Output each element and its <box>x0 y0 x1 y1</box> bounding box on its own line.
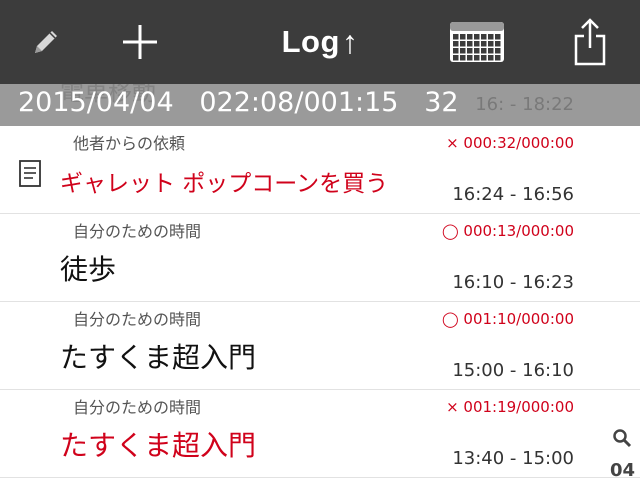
entry-title: たすくま超入門 <box>60 341 257 374</box>
list-item[interactable]: 自分のための時間 × 001:19/000:00 たすくま超入門 13:40 -… <box>0 390 640 478</box>
sort-arrow-icon: ↑ <box>341 23 359 60</box>
calendar-button[interactable] <box>446 0 508 84</box>
log-list: 他者からの依頼 × 000:32/000:00 ギャレット ポップコーンを買う … <box>0 126 640 478</box>
log-sort-toggle[interactable]: Log ↑ <box>240 0 400 84</box>
note-icon <box>19 160 41 187</box>
entry-title: たすくま超入門 <box>60 429 257 462</box>
entry-category: 他者からの依頼 <box>73 134 186 153</box>
list-item[interactable]: 自分のための時間 ◯ 001:10/000:00 たすくま超入門 15:00 -… <box>0 302 640 390</box>
entry-time: 15:00 - 16:10 <box>452 360 574 381</box>
entry-count: 32 <box>424 87 459 118</box>
list-item[interactable]: 自分のための時間 ◯ 000:13/000:00 徒歩 16:10 - 16:2… <box>0 214 640 302</box>
entry-time: 13:40 - 15:00 <box>452 448 574 469</box>
entry-status: × 000:32/000:00 <box>446 134 574 152</box>
entry-status: × 001:19/000:00 <box>446 398 574 416</box>
entry-status: ◯ 001:10/000:00 <box>441 310 574 328</box>
pencil-icon <box>35 31 57 53</box>
search-icon <box>613 429 632 448</box>
date-summary-bar: 電車移動 16: - 18:22 2015/04/04 022:08/001:1… <box>0 84 640 126</box>
scrolled-entry-time: 16: - 18:22 <box>475 94 574 115</box>
entry-status: ◯ 000:13/000:00 <box>441 222 574 240</box>
page-title: Log <box>281 24 340 59</box>
date-summary: 2015/04/04 022:08/001:15 32 <box>18 87 459 118</box>
entry-title: ギャレット ポップコーンを買う <box>60 171 389 197</box>
side-index-page[interactable]: 04 <box>610 460 635 481</box>
entry-category: 自分のための時間 <box>73 222 202 241</box>
log-date: 2015/04/04 <box>18 87 174 118</box>
top-toolbar: Log ↑ <box>0 0 640 84</box>
share-icon <box>574 18 606 66</box>
entry-time: 16:24 - 16:56 <box>452 184 574 205</box>
side-index-search[interactable] <box>612 428 632 452</box>
entry-title: 徒歩 <box>60 253 117 286</box>
edit-button[interactable] <box>18 0 74 84</box>
entry-category: 自分のための時間 <box>73 310 202 329</box>
calendar-icon <box>450 22 504 62</box>
share-button[interactable] <box>562 0 618 84</box>
total-time: 022:08/001:15 <box>199 87 399 118</box>
add-button[interactable] <box>112 0 168 84</box>
entry-category: 自分のための時間 <box>73 398 202 417</box>
entry-time: 16:10 - 16:23 <box>452 272 574 293</box>
list-item[interactable]: 他者からの依頼 × 000:32/000:00 ギャレット ポップコーンを買う … <box>0 126 640 214</box>
plus-icon <box>123 25 157 59</box>
